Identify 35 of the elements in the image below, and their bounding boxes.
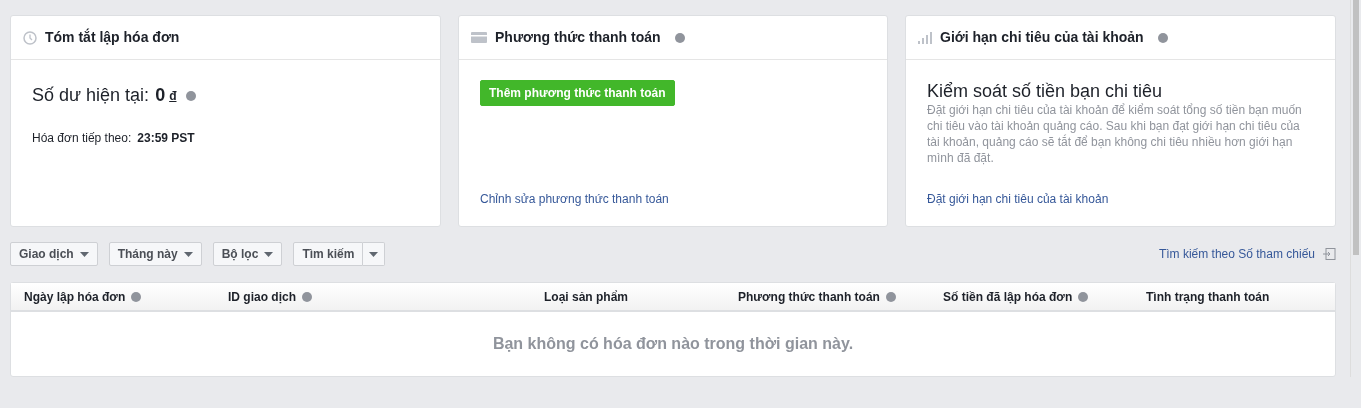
dropdown-toggle[interactable] — [363, 242, 386, 266]
limit-heading: Kiểm soát số tiền bạn chi tiêu — [927, 82, 1164, 102]
edit-payment-link[interactable]: Chỉnh sửa phương thức thanh toán — [480, 190, 866, 208]
column-header[interactable]: Tình trạng thanh toán — [1146, 287, 1270, 306]
balance-label: Số dư hiện tại: — [32, 84, 150, 107]
caret-icon — [264, 251, 274, 257]
card-title: Tóm tắt lập hóa đơn — [45, 27, 180, 47]
column-header[interactable]: Phương thức thanh toán — [738, 287, 880, 306]
enter-icon — [1323, 248, 1336, 260]
reference-search-link[interactable]: Tìm kiếm theo Số tham chiếu — [1158, 245, 1336, 263]
filter-dropdown[interactable]: Bộ lọc — [212, 242, 283, 266]
column-header[interactable]: Loại sản phẩm — [544, 287, 629, 306]
card-title: Giới hạn chi tiêu của tài khoản — [940, 28, 1144, 47]
column-header[interactable]: Số tiền đã lập hóa đơn — [943, 287, 1073, 306]
empty-message: Bạn không có hóa đơn nào trong thời gian này. — [491, 334, 855, 354]
column-header[interactable]: ID giao dịch — [228, 287, 296, 306]
clock-icon — [23, 30, 37, 45]
card-title: Phương thức thanh toán — [495, 28, 661, 47]
caret-icon — [79, 251, 89, 257]
currency-link[interactable]: đ — [169, 86, 177, 105]
info-icon — [186, 90, 197, 101]
set-limit-link[interactable]: Đặt giới hạn chi tiêu của tài khoản — [927, 190, 1314, 208]
bar-chart-icon — [918, 31, 932, 44]
credit-card-icon — [471, 31, 487, 44]
next-bill-label: Hóa đơn tiếp theo: — [32, 130, 132, 147]
filter-dropdown[interactable]: Giao dịch — [10, 242, 98, 266]
limit-description: Đặt giới hạn chi tiêu của tài khoản để kiểm soát tổng số tiền bạn muốn chi tiêu vào tài khoản quảng cáo. Sau khi bạn đạt giới hạn chi tiêu của tài khoản, quảng cáo sẽ tắt để bạn không chi tiêu nhiều hơn giới hạn mình đã đặt. — [927, 101, 1303, 166]
scrollbar[interactable] — [1350, 0, 1361, 377]
column-header[interactable]: Ngày lập hóa đơn — [24, 287, 126, 306]
balance-value: 0 — [155, 84, 166, 107]
caret-icon — [369, 251, 379, 257]
filter-dropdown[interactable]: Tháng này — [108, 242, 202, 266]
caret-icon — [183, 251, 193, 257]
next-bill-value: 23:59 PST — [137, 130, 195, 147]
search-button[interactable]: Tìm kiếm — [293, 242, 364, 266]
